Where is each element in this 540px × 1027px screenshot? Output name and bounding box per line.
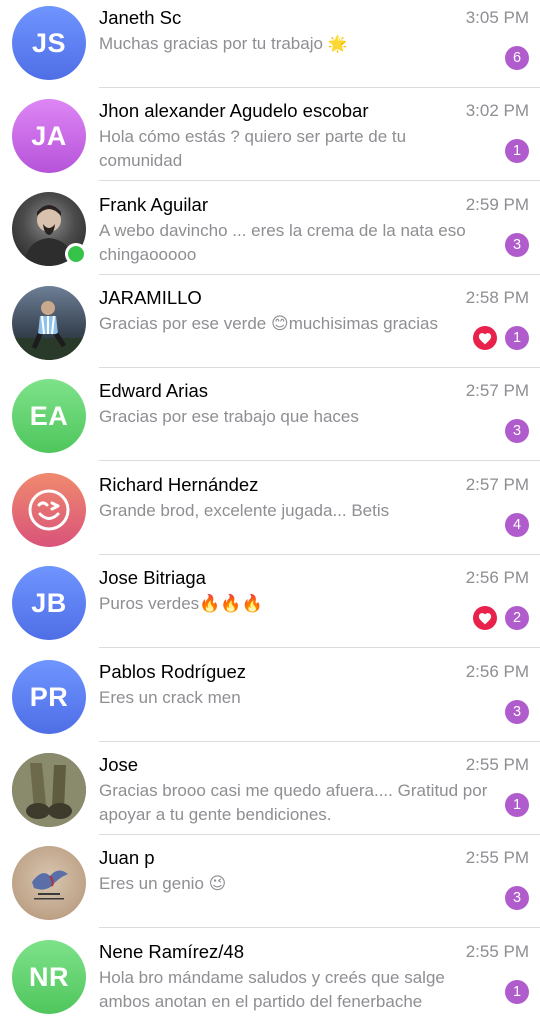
avatar[interactable]: PR bbox=[12, 660, 86, 734]
player-photo-icon bbox=[12, 301, 86, 360]
chat-name: Jose bbox=[99, 754, 139, 775]
unread-badge: 1 bbox=[505, 139, 529, 163]
chat-time: 2:56 PM bbox=[465, 662, 529, 681]
chat-name: Richard Hernández bbox=[99, 474, 259, 495]
divider bbox=[99, 647, 540, 648]
divider bbox=[99, 87, 540, 88]
chat-preview: Grande brod, excelente jugada... Betis bbox=[99, 501, 390, 520]
chat-time: 2:57 PM bbox=[465, 381, 529, 400]
star-emoji-icon: 🌟 bbox=[327, 36, 348, 53]
chat-row[interactable]: JA Jhon alexander Agudelo escobar 3:02 P… bbox=[0, 93, 540, 186]
chat-preview: Muchas gracias por tu trabajo 🌟 bbox=[99, 32, 477, 57]
chat-row[interactable]: JB Jose Bitriaga 2:56 PM Puros verdes🔥🔥🔥… bbox=[0, 560, 540, 653]
chat-time: 3:02 PM bbox=[465, 101, 529, 120]
chat-row[interactable]: NR Nene Ramírez/48 2:55 PM Hola bro mánd… bbox=[0, 934, 540, 1027]
chat-row[interactable]: JS Janeth Sc 3:05 PM Muchas gracias por … bbox=[0, 0, 540, 93]
divider bbox=[99, 554, 540, 555]
avatar[interactable]: NR bbox=[12, 940, 86, 1014]
divider bbox=[99, 274, 540, 275]
chat-time: 2:58 PM bbox=[465, 288, 529, 307]
chat-time: 2:55 PM bbox=[465, 848, 529, 867]
chat-time: 2:55 PM bbox=[465, 755, 529, 774]
unread-badge: 3 bbox=[505, 700, 529, 724]
chat-name: Edward Arias bbox=[99, 380, 208, 401]
chat-row[interactable]: Frank Aguilar 2:59 PM A webo davincho ..… bbox=[0, 187, 540, 280]
chat-time: 3:05 PM bbox=[465, 8, 529, 27]
chat-preview: Hola bro mándame saludos y creés que sal… bbox=[99, 968, 445, 1011]
avatar[interactable]: JA bbox=[12, 99, 86, 173]
avatar[interactable] bbox=[12, 286, 86, 360]
chat-name: Nene Ramírez/48 bbox=[99, 941, 244, 962]
boots-photo-icon bbox=[12, 753, 86, 827]
heart-reaction-icon[interactable] bbox=[473, 606, 497, 630]
chat-preview: Eres un genio 😉 bbox=[99, 874, 227, 893]
avatar[interactable] bbox=[12, 753, 86, 827]
chat-row[interactable]: Richard Hernández 2:57 PM Grande brod, e… bbox=[0, 467, 540, 560]
chat-preview-text: Muchas gracias por tu trabajo bbox=[99, 34, 323, 53]
chat-name: Janeth Sc bbox=[99, 7, 182, 28]
divider bbox=[99, 367, 540, 368]
unread-badge: 3 bbox=[505, 886, 529, 910]
unread-badge: 3 bbox=[505, 233, 529, 257]
chat-preview: Puros verdes🔥🔥🔥 bbox=[99, 594, 263, 613]
chat-row[interactable]: Juan p 2:55 PM Eres un genio 😉 3 bbox=[0, 840, 540, 933]
chat-preview: Gracias brooo casi me quedo afuera.... G… bbox=[99, 781, 488, 824]
chat-name: Juan p bbox=[99, 847, 155, 868]
chat-name: Pablos Rodríguez bbox=[99, 661, 247, 682]
chat-preview: Gracias por ese trabajo que haces bbox=[99, 407, 359, 426]
winking-face-icon bbox=[28, 489, 70, 531]
avatar[interactable] bbox=[12, 473, 86, 547]
unread-badge: 4 bbox=[505, 513, 529, 537]
chat-preview: Gracias por ese verde 😊muchisimas gracia… bbox=[99, 314, 438, 333]
divider bbox=[99, 741, 540, 742]
chat-time: 2:59 PM bbox=[465, 195, 529, 214]
unread-badge: 3 bbox=[505, 419, 529, 443]
chat-row[interactable]: JARAMILLO 2:58 PM Gracias por ese verde … bbox=[0, 280, 540, 373]
avatar[interactable] bbox=[12, 846, 86, 920]
chat-preview: Hola cómo estás ? quiero ser parte de tu… bbox=[99, 127, 407, 170]
unread-badge: 6 bbox=[505, 46, 529, 70]
avatar[interactable]: JB bbox=[12, 566, 86, 640]
chat-name: Frank Aguilar bbox=[99, 194, 208, 215]
chat-time: 2:56 PM bbox=[465, 568, 529, 587]
chat-name: Jhon alexander Agudelo escobar bbox=[99, 100, 369, 121]
unread-badge: 1 bbox=[505, 980, 529, 1004]
chat-list: JS Janeth Sc 3:05 PM Muchas gracias por … bbox=[0, 0, 540, 1024]
chat-time: 2:57 PM bbox=[465, 475, 529, 494]
unread-badge: 1 bbox=[505, 326, 529, 350]
unread-badge: 1 bbox=[505, 793, 529, 817]
chat-row[interactable]: Jose 2:55 PM Gracias brooo casi me quedo… bbox=[0, 747, 540, 840]
online-status-indicator bbox=[65, 243, 87, 265]
avatar[interactable]: JS bbox=[12, 6, 86, 80]
avatar[interactable]: EA bbox=[12, 379, 86, 453]
divider bbox=[99, 927, 540, 928]
heart-icon bbox=[478, 612, 492, 624]
heart-icon bbox=[478, 332, 492, 344]
chat-row[interactable]: EA Edward Arias 2:57 PM Gracias por ese … bbox=[0, 373, 540, 466]
bird-tattoo-icon bbox=[32, 870, 68, 900]
unread-badge: 2 bbox=[505, 606, 529, 630]
divider bbox=[99, 460, 540, 461]
chat-name: Jose Bitriaga bbox=[99, 567, 206, 588]
chat-preview: A webo davincho ... eres la crema de la … bbox=[99, 221, 466, 264]
chat-time: 2:55 PM bbox=[465, 942, 529, 961]
chat-name: JARAMILLO bbox=[99, 287, 202, 308]
heart-reaction-icon[interactable] bbox=[473, 326, 497, 350]
divider bbox=[99, 834, 540, 835]
chat-row[interactable]: PR Pablos Rodríguez 2:56 PM Eres un crac… bbox=[0, 654, 540, 747]
chat-preview: Eres un crack men bbox=[99, 688, 241, 707]
divider bbox=[99, 180, 540, 181]
